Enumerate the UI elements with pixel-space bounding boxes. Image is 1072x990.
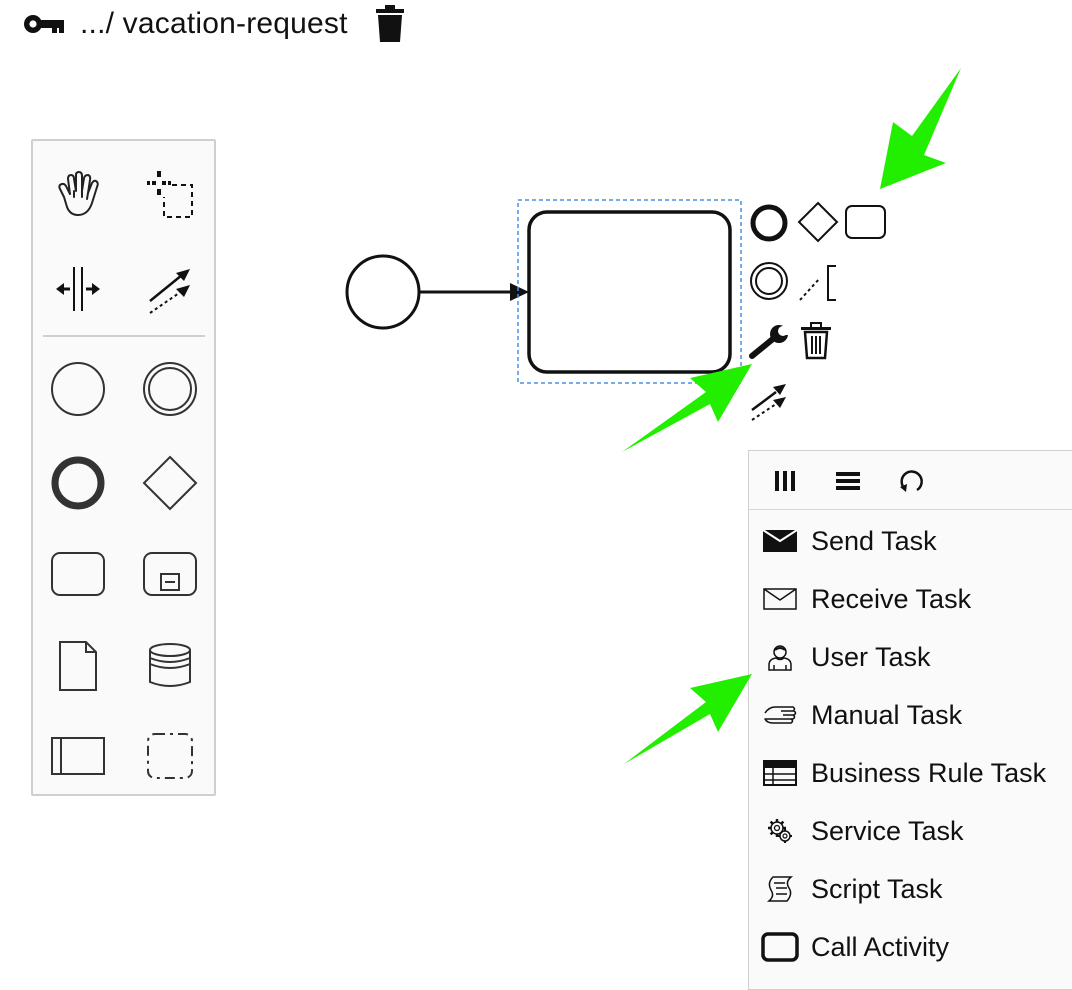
trash-icon [801,322,831,360]
parallel-multi-instance-toggle[interactable] [767,465,803,497]
diagram-canvas [345,199,742,384]
lasso-tool[interactable] [140,165,200,225]
diagram-title: .../ vacation-request [80,7,348,40]
gear-icon [761,816,799,846]
create-data-object[interactable] [48,636,108,696]
menu-item-call-activity[interactable]: Call Activity [749,918,1072,976]
manual-hand-icon [761,700,799,730]
business-rule-icon [761,758,799,788]
space-icon [56,267,100,311]
menu-item-label: Call Activity [811,931,950,962]
sequential-multi-instance-toggle[interactable] [830,465,866,497]
start-event[interactable] [345,254,421,330]
tool-palette [31,139,216,796]
menu-item-label: Service Task [811,815,964,846]
menu-item-business-rule-task[interactable]: Business Rule Task [749,744,1072,802]
menu-item-manual-task[interactable]: Manual Task [749,686,1072,744]
lasso-icon [147,171,193,218]
menu-item-label: Script Task [811,873,943,904]
selected-task[interactable] [527,210,732,374]
trash-icon[interactable] [375,5,404,43]
create-start-event[interactable] [48,359,108,419]
connect-icon [751,384,786,421]
intermediate-event-icon [143,362,197,416]
loop-toggle[interactable] [893,465,929,497]
end-event-icon [750,204,788,242]
connect-icon [149,269,190,314]
create-pool[interactable] [48,726,108,786]
annotation-arrow [624,674,752,764]
menu-item-script-task[interactable]: Script Task [749,860,1072,918]
wrench-icon [749,325,792,359]
append-task[interactable] [844,204,888,242]
menu-item-user-task[interactable]: User Task [749,628,1072,686]
create-data-store[interactable] [140,636,200,696]
key-icon [22,12,66,36]
data-object-icon [59,641,97,691]
task-icon [845,205,886,239]
menu-item-label: Send Task [811,525,937,556]
annotation-arrow [880,68,961,189]
menu-item-send-task[interactable]: Send Task [749,512,1072,570]
sequential-multi-instance-icon [836,472,860,490]
data-store-icon [149,643,191,687]
menu-item-label: Business Rule Task [811,757,1047,788]
create-intermediate-event[interactable] [140,359,200,419]
gateway-icon [797,201,839,243]
global-connect-tool[interactable] [140,259,200,319]
replace-menu-header [749,451,1072,510]
end-event-icon [51,456,105,510]
hand-tool[interactable] [48,165,108,225]
group-icon [147,733,193,779]
receive-envelope-icon [761,584,799,614]
call-activity-icon [761,932,799,962]
append-intermediate-event[interactable] [748,260,790,302]
header: .../ vacation-request [22,4,404,44]
palette-separator [43,335,205,337]
append-end-event[interactable] [748,202,790,244]
intermediate-event-icon [750,262,788,300]
create-task[interactable] [48,544,108,604]
connect-button[interactable] [748,380,792,424]
create-end-event[interactable] [48,453,108,513]
text-annotation-icon [799,265,836,301]
user-icon [761,642,799,672]
subprocess-icon [143,552,197,596]
replace-menu: Send Task Receive Task User Task Manual … [748,450,1072,990]
task-icon [51,552,105,596]
menu-item-label: Receive Task [811,583,972,614]
start-event-icon [51,362,105,416]
send-envelope-icon [761,526,799,556]
append-gateway[interactable] [796,200,840,244]
gateway-icon [142,455,198,511]
menu-item-service-task[interactable]: Service Task [749,802,1072,860]
sequence-flow-arrowhead [510,283,529,301]
script-icon [761,874,799,904]
menu-item-label: User Task [811,641,931,672]
menu-item-label: Manual Task [811,699,963,730]
append-text-annotation[interactable] [796,262,840,304]
delete-element-button[interactable] [798,320,836,362]
change-type-button[interactable] [748,322,792,362]
create-subprocess[interactable] [140,544,200,604]
create-gateway[interactable] [140,453,200,513]
create-group[interactable] [140,726,200,786]
hand-icon [58,171,99,216]
space-tool[interactable] [48,259,108,319]
pool-icon [51,737,105,775]
menu-item-receive-task[interactable]: Receive Task [749,570,1072,628]
loop-icon [900,470,923,492]
parallel-multi-instance-icon [775,471,795,491]
